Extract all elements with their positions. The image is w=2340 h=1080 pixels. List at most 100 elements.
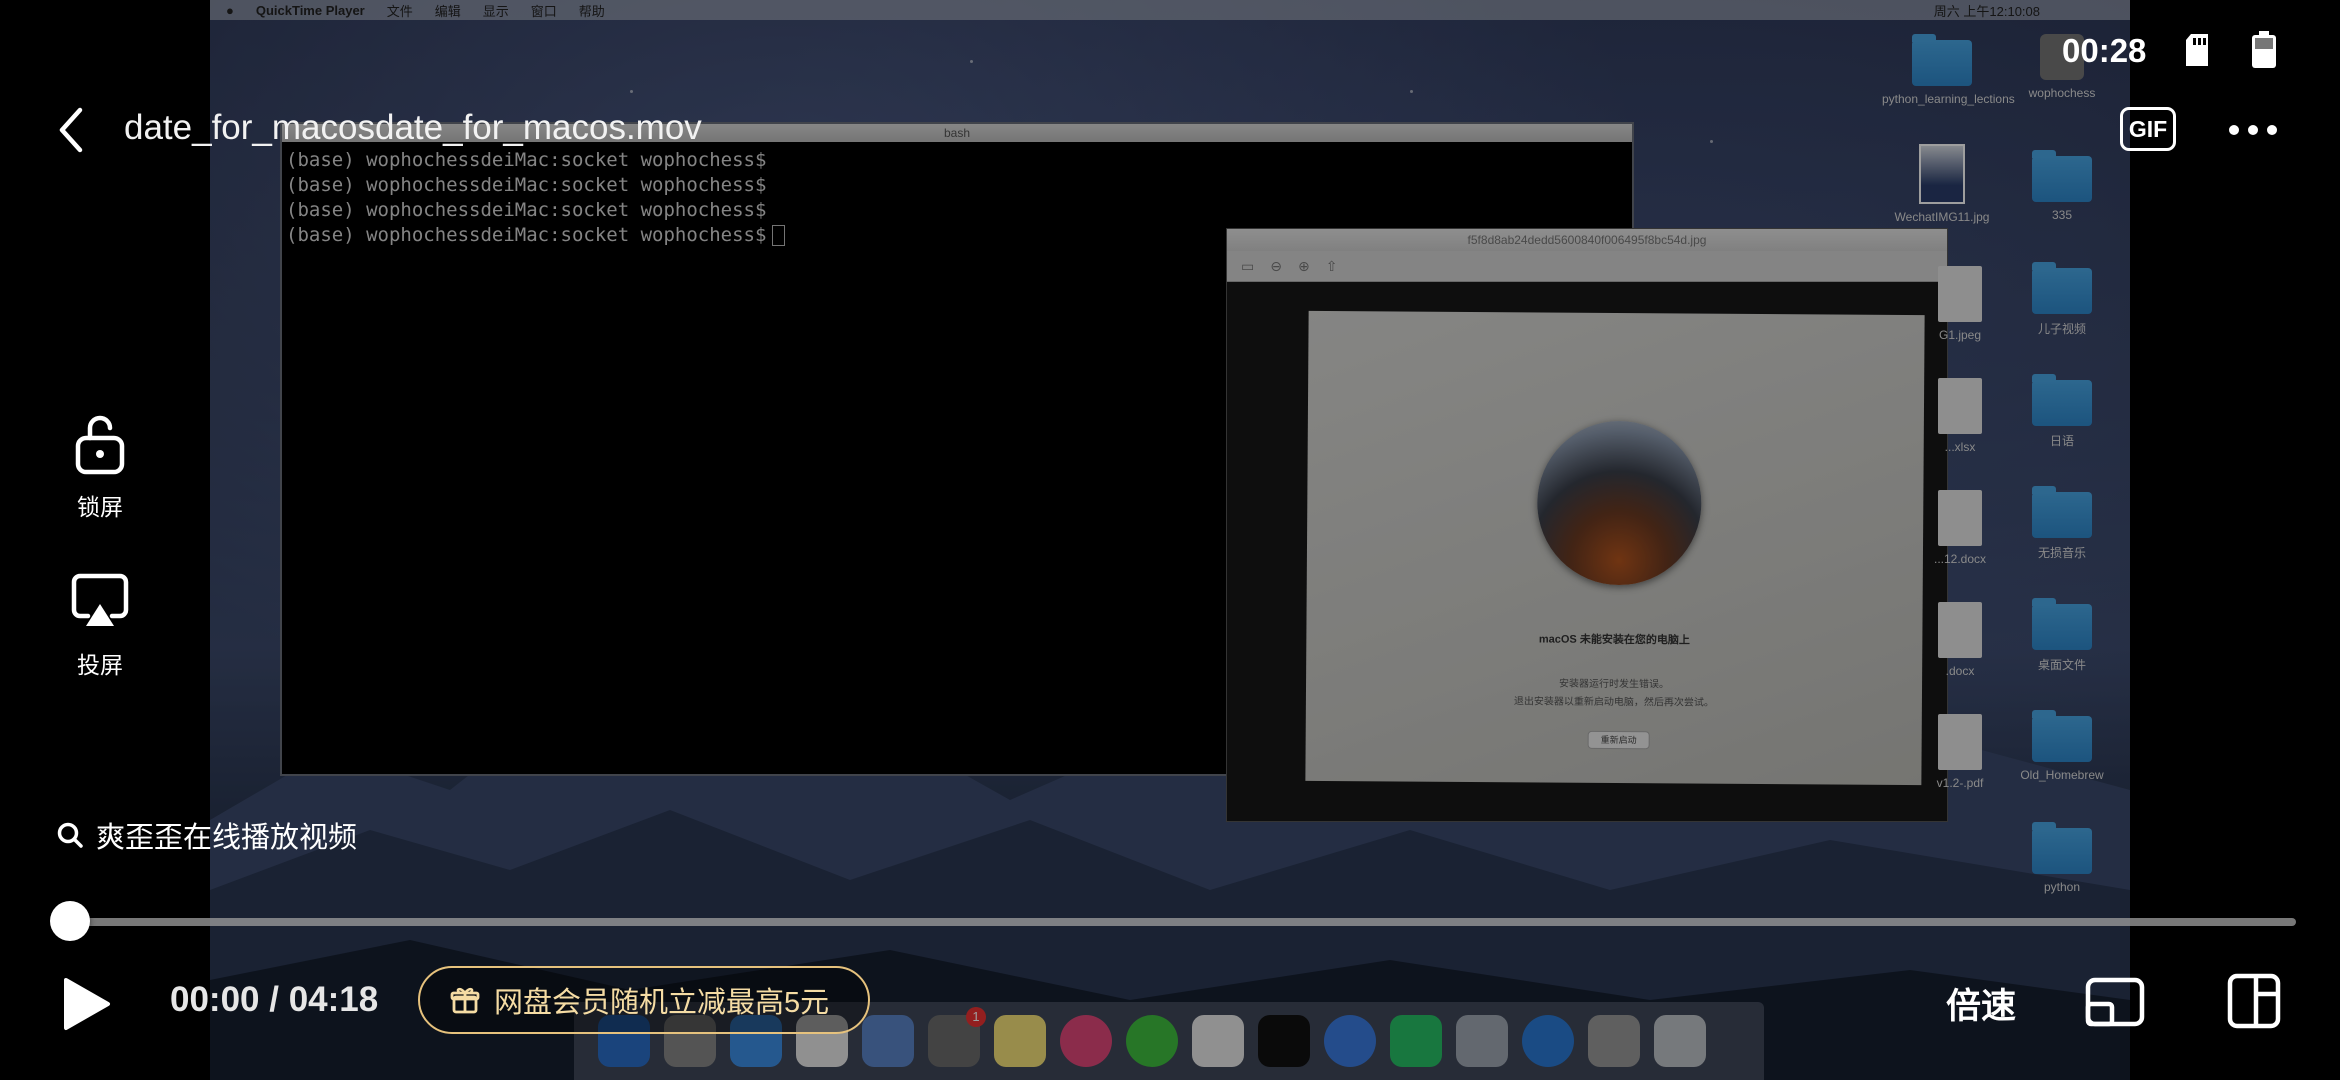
notes-icon (994, 1015, 1046, 1067)
notification-badge: 1 (966, 1007, 986, 1027)
status-clock: 00:28 (2062, 32, 2147, 69)
desktop-folder: 无损音乐 (2002, 486, 2122, 561)
preview-app-icon (1456, 1015, 1508, 1067)
video-player-screen: ● QuickTime Player 文件 编辑 显示 窗口 帮助 周六 上午1… (0, 0, 2340, 1080)
zoom-in-icon: ⊕ (1297, 257, 1310, 274)
desktop-icon-label: python_learning_lections (1882, 92, 2015, 106)
play-button[interactable] (58, 976, 114, 1032)
search-suggestion-text: 爽歪歪在线播放视频 (96, 822, 358, 854)
wechat-icon (1126, 1015, 1178, 1067)
desktop-photo: WechatIMG11.jpg (1882, 144, 2002, 224)
desktop-icon-label: WechatIMG11.jpg (1894, 210, 1990, 224)
rotate-screen-button[interactable] (2226, 972, 2282, 1030)
photo-icon (1919, 144, 1965, 204)
restart-button: 重新启动 (1587, 730, 1650, 750)
terminal-line: (base) wophochessdeiMac:socket wophoches… (286, 149, 767, 171)
back-button[interactable] (50, 102, 94, 158)
mac-menu-bar: ● QuickTime Player 文件 编辑 显示 窗口 帮助 周六 上午1… (210, 0, 2130, 20)
desktop-folder: 儿子视频 (2002, 262, 2122, 337)
folder-icon (2032, 486, 2092, 538)
seek-thumb[interactable] (50, 901, 90, 941)
desktop-folder: Old_Homebrew (2002, 710, 2122, 782)
file-icon (1938, 490, 1982, 546)
star (1410, 90, 1413, 93)
menubar-item-view: 显示 (482, 3, 509, 19)
install-error-line1: 安装器运行时发生错误。 (1559, 678, 1670, 691)
desktop-folder: 日语 (2002, 374, 2122, 449)
desktop-folder: 桌面文件 (2002, 598, 2122, 673)
promo-text: 网盘会员随机立减最高5元 (494, 987, 830, 1019)
rotate-icon (2227, 973, 2281, 1029)
error-photo: macOS 未能安装在您的电脑上 安装器运行时发生错误。 退出安装器以重新启动电… (1305, 310, 1925, 786)
desktop-icon-label: 桌面文件 (2037, 658, 2086, 672)
pip-icon (2085, 977, 2145, 1027)
system-preferences-icon: 1 (928, 1007, 986, 1067)
install-error-line2: 退出安装器以重新启动电脑，然后再次尝试。 (1513, 696, 1714, 709)
share-icon: ⇧ (1325, 257, 1338, 274)
folder-icon (2032, 262, 2092, 314)
video-app-icon (1192, 1015, 1244, 1067)
sidebar-toggle-icon: ▭ (1241, 257, 1255, 274)
desktop-icon-label: 儿子视频 (2037, 322, 2086, 336)
preview-toolbar: ▭ ⊖ ⊕ ⇧ (1227, 251, 1947, 282)
menubar-item-window: 窗口 (530, 3, 557, 19)
folder-icon (2032, 150, 2092, 202)
pycharm-icon (1390, 1015, 1442, 1067)
search-icon (57, 822, 83, 848)
downloads-folder-icon (1588, 1015, 1640, 1067)
lock-screen-label: 锁屏 (77, 494, 123, 520)
cast-label: 投屏 (77, 652, 123, 678)
file-icon (1938, 602, 1982, 658)
file-icon (1938, 378, 1982, 434)
cast-button[interactable]: 投屏 (40, 570, 160, 680)
more-options-button[interactable] (2226, 112, 2280, 148)
picture-in-picture-button[interactable] (2084, 974, 2146, 1030)
menubar-app-name: QuickTime Player (255, 2, 365, 18)
preview-window: f5f8d8ab24dedd5600840f006495f8bc54d.jpg … (1226, 228, 1948, 822)
file-icon (1938, 714, 1982, 770)
menubar-item-edit: 编辑 (434, 3, 461, 19)
promo-banner[interactable]: 网盘会员随机立减最高5元 (418, 966, 870, 1034)
quicktime-icon (1522, 1015, 1574, 1067)
folder-icon (2032, 822, 2092, 874)
desktop-icon-label: 日语 (2049, 434, 2074, 448)
terminal-line: (base) wophochessdeiMac:socket wophoches… (286, 174, 767, 196)
terminal-cursor (772, 225, 786, 246)
desktop-icon-label: 无损音乐 (2037, 546, 2086, 560)
search-suggestion[interactable]: 爽歪歪在线播放视频 (56, 814, 357, 856)
play-icon (64, 978, 110, 1030)
video-title: date_for_macosdate_for_macos.mov (124, 108, 702, 147)
desktop-icon-label: 335 (2051, 208, 2073, 222)
folder-icon (2032, 598, 2092, 650)
playback-time: 00:00 / 04:18 (170, 980, 379, 1019)
zoom-out-icon: ⊖ (1270, 257, 1282, 274)
menubar-datetime: 周六 上午12:10:08 (1933, 3, 2040, 19)
desktop-icon-label: python (2043, 880, 2081, 894)
seek-bar[interactable] (66, 918, 2296, 926)
folder-icon (1912, 34, 1972, 86)
battery-icon (2250, 30, 2278, 70)
chat-app-icon (1324, 1015, 1376, 1067)
star (630, 90, 633, 93)
desktop-icon-label: wophochess (2028, 86, 2096, 100)
preview-title: f5f8d8ab24dedd5600840f006495f8bc54d.jpg (1227, 229, 1947, 251)
star (970, 60, 973, 63)
desktop-folder: python (2002, 822, 2122, 894)
chevron-left-icon (59, 107, 83, 153)
menubar-item-help: 帮助 (578, 3, 605, 19)
star (1710, 140, 1713, 143)
terminal-line: (base) wophochessdeiMac:socket wophoches… (286, 224, 767, 246)
music-icon (1060, 1015, 1112, 1067)
file-icon (1938, 266, 1982, 322)
desktop-folder: python_learning_lections (1882, 34, 2015, 106)
macos-disc-image (1536, 420, 1702, 586)
more-dots-icon (2229, 125, 2277, 135)
trash-icon (1654, 1015, 1706, 1067)
playback-speed-button[interactable]: 倍速 (1946, 978, 2016, 1029)
menubar-item-file: 文件 (386, 3, 413, 19)
lock-screen-button[interactable]: 锁屏 (40, 412, 160, 522)
folder-icon (2032, 374, 2092, 426)
gift-icon (450, 987, 480, 1014)
gif-button[interactable]: GIF (2120, 107, 2176, 151)
photos-icon (862, 1015, 914, 1067)
